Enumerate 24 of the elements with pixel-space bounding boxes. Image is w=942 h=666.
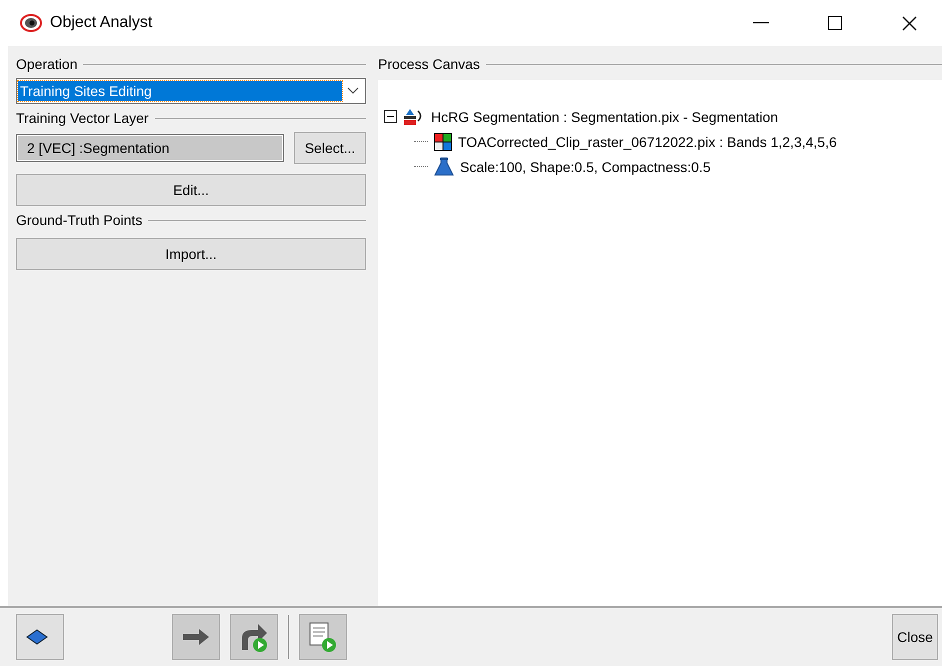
collapse-icon[interactable]	[384, 110, 397, 123]
section-heading: Process Canvas	[378, 56, 480, 72]
help-button[interactable]	[16, 614, 64, 660]
tree-item[interactable]: HcRG Segmentation : Segmentation.pix - Segmentation	[431, 108, 778, 124]
edit-button[interactable]: Edit...	[16, 174, 366, 206]
vector-layer-field: 2 [VEC] :Segmentation	[16, 134, 284, 162]
run-arrow-button[interactable]	[172, 614, 220, 660]
window-title: Object Analyst	[50, 14, 154, 32]
tree-item[interactable]: Scale:100, Shape:0.5, Compactness:0.5	[460, 158, 711, 174]
operation-dropdown[interactable]: Training Sites Editing	[16, 78, 366, 104]
tree-item[interactable]: TOACorrected_Clip_raster_06712022.pix : Bands 1,2,3,4,5,6	[458, 134, 837, 150]
eye-icon	[20, 14, 42, 32]
redo-run-button[interactable]	[230, 614, 278, 660]
import-button[interactable]: Import...	[16, 238, 366, 270]
document-play-icon	[306, 620, 339, 654]
flask-icon	[434, 156, 454, 176]
run-report-button[interactable]	[298, 614, 347, 660]
section-heading: Operation	[16, 56, 78, 72]
close-button[interactable]: Close	[892, 614, 938, 660]
right-arrow-icon	[180, 627, 211, 647]
section-heading: Ground-Truth Points	[16, 212, 142, 228]
raster-grid-icon	[434, 132, 452, 150]
select-button[interactable]: Select...	[294, 132, 366, 164]
section-heading: Training Vector Layer	[16, 110, 149, 126]
